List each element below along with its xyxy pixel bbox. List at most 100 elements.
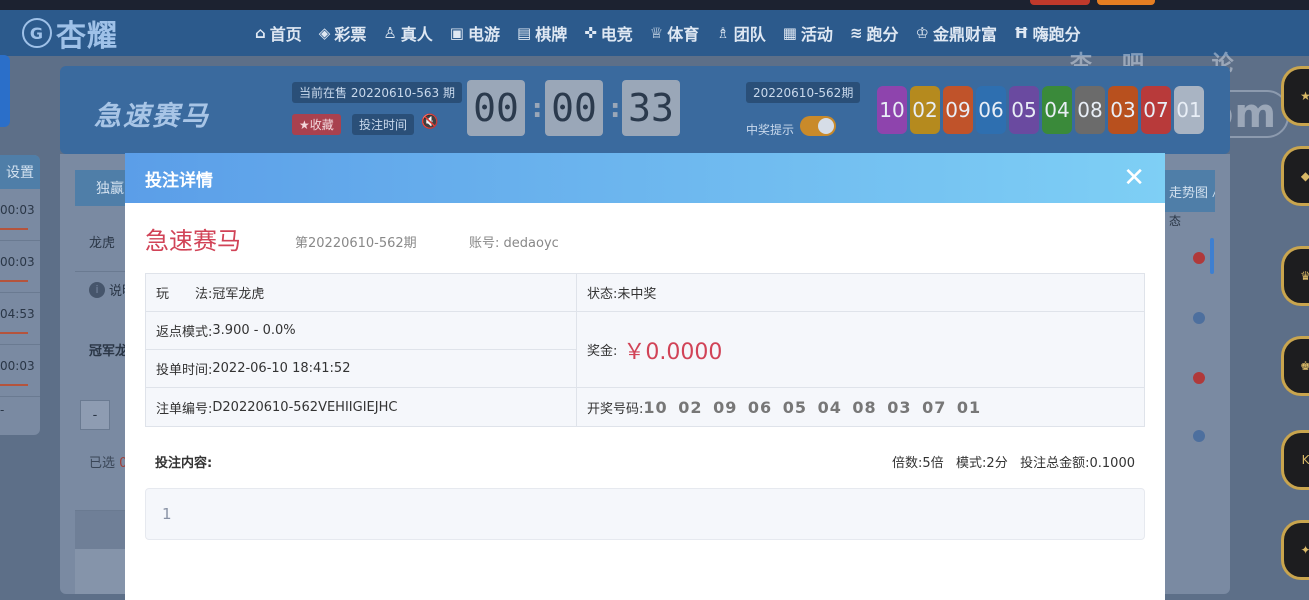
nav-item-7[interactable]: ♗ 团队: [716, 21, 765, 45]
draw-ball: 06: [976, 86, 1006, 134]
logo-text: 杏耀: [56, 19, 118, 54]
content-row: 投注内容: 倍数:5倍 模式:2分 投注总金额:0.1000: [145, 450, 1145, 471]
nav-item-label: 真人: [400, 25, 433, 44]
nav-item-label: 活动: [800, 25, 833, 44]
order-cell: 注单编号: D20220610-562VEHIIGIEJHC: [146, 388, 576, 426]
nav-item-label: 跑分: [866, 25, 899, 44]
mode-label: 模式:: [956, 456, 987, 471]
draw-ball: 09: [943, 86, 973, 134]
account: 账号: dedaoyc: [469, 232, 559, 251]
status-cell: 状态: 未中奖: [577, 274, 1144, 311]
home-icon: ⌂: [255, 24, 266, 42]
game-header: 急速赛马 当前在售 20220610-563 期 ★收藏 投注时间 🔇 00 :…: [60, 66, 1230, 154]
main-nav: ⌂ 首页 ◈ 彩票 ♙ 真人 ▣ 电游 ▤ 棋牌 ✜ 电竞 ♕ 体育 ♗ 团队 ▦ 活动 ≋ 跑分 ♔ 金鼎财富 Ħ 嗨跑分: [255, 10, 1098, 56]
draw-numbers: 10 02 09 06 05 04 08 03 07 01: [643, 397, 982, 417]
wealth-icon: ♔: [915, 24, 929, 42]
left-panel-header[interactable]: 设置: [0, 155, 40, 189]
status-value: 未中奖: [617, 287, 657, 302]
left-edge-tab[interactable]: [0, 55, 10, 127]
hi-icon: Ħ: [1014, 24, 1029, 42]
bet-period: 第20220610-562期: [295, 236, 417, 251]
nav-item-5[interactable]: ✜ 电竞: [584, 21, 633, 45]
nav-item-0[interactable]: ⌂ 首页: [255, 21, 302, 45]
nav-item-4[interactable]: ▤ 棋牌: [517, 21, 567, 45]
countdown-colon: :: [610, 94, 621, 124]
mode-value: 2分: [986, 456, 1008, 471]
trend-chart-tab[interactable]: 走势图 ⩚: [1165, 170, 1215, 212]
account-label: 账号:: [469, 236, 500, 251]
top-orange-button[interactable]: [1097, 0, 1155, 5]
slots-icon: ▣: [449, 24, 464, 42]
status-dot: [1193, 252, 1205, 264]
minus-button[interactable]: -: [80, 400, 110, 430]
nav-item-9[interactable]: ≋ 跑分: [850, 21, 899, 45]
side-badge[interactable]: ♛: [1281, 246, 1309, 306]
nav-item-11[interactable]: Ħ 嗨跑分: [1014, 21, 1081, 45]
scrollbar[interactable]: [1210, 238, 1214, 274]
total-value: 0.1000: [1089, 456, 1136, 471]
bet-content-box: 1: [145, 488, 1145, 540]
favorite-button[interactable]: ★收藏: [292, 114, 341, 135]
trophy-icon: ♕: [649, 24, 664, 42]
status-label: 状态:: [587, 287, 618, 302]
game-title: 急速赛马: [94, 101, 210, 132]
nav-item-2[interactable]: ♙ 真人: [383, 21, 432, 45]
draw-balls: 10 02 09 06 05 04 08 03 07 01: [877, 86, 1204, 134]
nav-item-label: 体育: [667, 25, 700, 44]
mute-icon[interactable]: 🔇: [421, 114, 438, 130]
top-red-button[interactable]: [1030, 0, 1090, 5]
modal-title: 投注详情: [145, 170, 213, 191]
bet-detail-modal: 投注详情 ✕ 急速赛马 第20220610-562期 账号: dedaoyc 玩…: [125, 153, 1165, 600]
win-remind-toggle[interactable]: [800, 116, 836, 136]
prize-value: ￥0.0000: [623, 339, 723, 365]
selected-label: 已选: [89, 456, 116, 471]
nav-item-6[interactable]: ♕ 体育: [650, 21, 699, 45]
draw-ball: 10: [877, 86, 907, 134]
time-value: 2022-06-10 18:41:52: [212, 361, 351, 376]
side-badge[interactable]: ♚: [1281, 336, 1309, 396]
play-value: 冠军龙虎: [212, 287, 265, 302]
brand-logo[interactable]: G 杏耀: [22, 16, 118, 54]
status-header: 态: [1169, 214, 1182, 228]
prize-label: 奖金:: [587, 344, 618, 359]
modal-info: 急速赛马 第20220610-562期 账号: dedaoyc: [125, 203, 1165, 273]
order-value: D20220610-562VEHIIGIEJHC: [212, 399, 398, 415]
content-label: 投注内容:: [155, 456, 213, 471]
gamepad-icon: ✜: [584, 24, 597, 42]
nav-item-3[interactable]: ▣ 电游: [450, 21, 500, 45]
left-panel: 设置 00:03 00:03 04:53 00:03 -: [0, 155, 40, 435]
draw-ball: 05: [1009, 86, 1039, 134]
close-icon[interactable]: ✕: [1123, 165, 1145, 191]
nav-item-label: 金鼎财富: [932, 25, 997, 44]
left-row: 00:03: [0, 345, 40, 397]
modal-header: 投注详情 ✕: [125, 153, 1165, 203]
countdown-colon: :: [532, 94, 543, 124]
bet-time-button[interactable]: 投注时间: [352, 114, 415, 135]
info-icon: i: [89, 281, 105, 298]
side-badge[interactable]: K: [1281, 430, 1309, 490]
nav-item-8[interactable]: ▦ 活动: [783, 21, 833, 45]
nav-item-10[interactable]: ♔ 金鼎财富: [916, 21, 997, 45]
draw-cell: 开奖号码: 10 02 09 06 05 04 08 03 07 01: [577, 388, 1144, 426]
status-dot: [1193, 372, 1205, 384]
left-row-last: -: [0, 403, 5, 417]
right-status-column: 态: [1165, 212, 1215, 442]
live-icon: ♙: [383, 24, 397, 42]
side-badge[interactable]: ✦: [1281, 520, 1309, 580]
side-badge[interactable]: ★: [1281, 66, 1309, 126]
cards-icon: ▤: [517, 24, 532, 42]
left-row: 00:03: [0, 189, 40, 241]
multiplier-value: 5倍: [922, 456, 944, 471]
rebate-label: 返点模式:: [156, 325, 213, 340]
lottery-icon: ◈: [318, 24, 331, 42]
draw-ball: 03: [1108, 86, 1138, 134]
status-dot: [1193, 312, 1205, 324]
nav-item-label: 电游: [467, 25, 500, 44]
side-badge[interactable]: ◆: [1281, 146, 1309, 206]
status-dot: [1193, 430, 1205, 442]
current-sale-label: 当前在售 20220610-563 期: [292, 82, 462, 103]
nav-item-1[interactable]: ◈ 彩票: [319, 21, 367, 45]
draw-ball: 02: [910, 86, 940, 134]
left-row: 04:53: [0, 293, 40, 345]
gift-icon: ▦: [782, 24, 797, 42]
